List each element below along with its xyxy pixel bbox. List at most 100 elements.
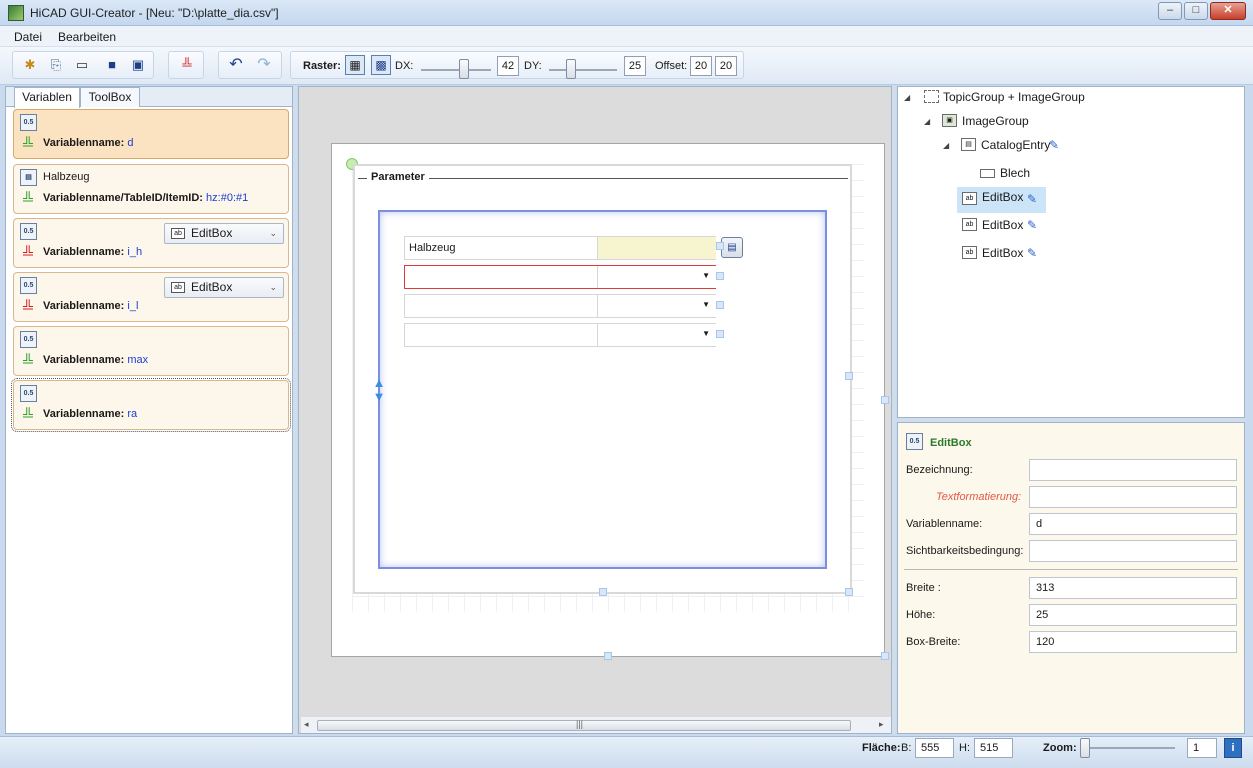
- control-type-dropdown[interactable]: ab EditBox ⌄: [164, 277, 284, 298]
- grid-toggle-icon[interactable]: ▦: [345, 55, 365, 75]
- width-input[interactable]: 555: [915, 738, 954, 758]
- menu-datei[interactable]: Datei: [14, 30, 42, 44]
- form-row[interactable]: Halbzeug ▤: [404, 236, 743, 260]
- resize-handle[interactable]: [604, 652, 612, 660]
- scroll-left-icon[interactable]: ◂: [304, 719, 309, 730]
- dy-input[interactable]: 25: [624, 56, 646, 76]
- plug-icon[interactable]: ╩: [178, 56, 196, 74]
- form-row[interactable]: ▼: [404, 294, 716, 318]
- zoom-slider-thumb[interactable]: [1080, 738, 1090, 758]
- edit-pencil-icon[interactable]: ✎: [1027, 243, 1037, 263]
- sichtbarkeit-input[interactable]: [1029, 540, 1237, 562]
- editbox-icon: ab: [171, 282, 185, 293]
- tree-node-blech[interactable]: Blech: [980, 163, 1060, 183]
- zoom-input[interactable]: 1: [1187, 738, 1217, 758]
- dropdown-field[interactable]: ▼: [597, 266, 716, 288]
- scrollbar-thumb[interactable]: |||: [317, 719, 851, 731]
- maximize-button[interactable]: □: [1184, 2, 1208, 20]
- dy-slider-thumb[interactable]: [566, 59, 576, 79]
- tab-variablen[interactable]: Variablen: [14, 87, 80, 108]
- tree-node-imagegroup[interactable]: ◢ ▣ ImageGroup: [924, 111, 1044, 131]
- variable-card[interactable]: 0.5 ╩ Variablenname: max: [13, 326, 289, 376]
- expand-arrow-icon[interactable]: ◢: [943, 136, 949, 156]
- selected-container[interactable]: Halbzeug ▤ ▼ ▼ ▼ ▲ ▼: [373, 210, 827, 569]
- form-row[interactable]: ▼: [404, 265, 716, 289]
- tree-node-topicgroup[interactable]: ◢ TopicGroup + ImageGroup: [904, 87, 1104, 107]
- group-frame[interactable]: Parameter Halbzeug ▤ ▼ ▼ ▼ ▲ ▼: [353, 164, 853, 596]
- variable-label: Variablenname:: [43, 408, 125, 420]
- resize-handle[interactable]: [599, 588, 607, 596]
- control-type-dropdown[interactable]: ab EditBox ⌄: [164, 223, 284, 244]
- tree-node-editbox[interactable]: ab EditBox ✎: [957, 187, 1046, 213]
- chevron-down-icon: ⌄: [269, 282, 277, 292]
- minimize-button[interactable]: –: [1158, 2, 1182, 20]
- dx-slider-thumb[interactable]: [459, 59, 469, 79]
- resize-handle[interactable]: [716, 272, 724, 280]
- dx-input[interactable]: 42: [497, 56, 519, 76]
- new-from-template-icon[interactable]: ⎘: [47, 56, 65, 74]
- resize-handle[interactable]: [845, 588, 853, 596]
- height-input[interactable]: 515: [974, 738, 1013, 758]
- tree-node-editbox[interactable]: ab EditBox ✎: [962, 215, 1046, 235]
- scroll-right-icon[interactable]: ▸: [879, 719, 884, 730]
- offset-y-input[interactable]: 20: [715, 56, 737, 76]
- form-row[interactable]: ▼: [404, 323, 716, 347]
- editbox-value-icon: 0.5: [20, 277, 37, 294]
- catalog-field[interactable]: [597, 237, 716, 259]
- designer-area: Parameter Halbzeug ▤ ▼ ▼ ▼ ▲ ▼ ◂ ||| ▸: [298, 86, 892, 734]
- edit-pencil-icon[interactable]: ✎: [1027, 215, 1037, 235]
- varname-input[interactable]: d: [1029, 513, 1237, 535]
- resize-handle[interactable]: [881, 652, 889, 660]
- zoom-slider-track: [1080, 747, 1175, 749]
- hoehe-input[interactable]: 25: [1029, 604, 1237, 626]
- variable-card[interactable]: 0.5 ╩ Variablenname: ra: [11, 378, 291, 432]
- textformat-input[interactable]: [1029, 486, 1237, 508]
- save-as-icon[interactable]: ▣: [129, 56, 147, 74]
- variable-card[interactable]: ▤ Halbzeug ╩ Variablenname/TableID/ItemI…: [13, 164, 289, 214]
- vertical-move-icon[interactable]: ▲ ▼: [372, 376, 386, 406]
- group-title: Parameter: [367, 171, 429, 183]
- resize-handle[interactable]: [881, 396, 889, 404]
- breite-input[interactable]: 313: [1029, 577, 1237, 599]
- new-file-icon[interactable]: ✱: [21, 56, 39, 74]
- horizontal-scrollbar[interactable]: ◂ ||| ▸: [301, 717, 891, 733]
- catalog-icon: ▤: [961, 138, 976, 151]
- catalog-icon[interactable]: ▤: [721, 237, 743, 258]
- editbox-value-icon: 0.5: [20, 223, 37, 240]
- variable-card[interactable]: 0.5 ab EditBox ⌄ ╩ Variablenname: i_h: [13, 218, 289, 268]
- info-icon[interactable]: i: [1224, 738, 1242, 758]
- close-button[interactable]: ✕: [1210, 2, 1246, 20]
- offset-x-input[interactable]: 20: [690, 56, 712, 76]
- snap-grid-icon[interactable]: ▩: [371, 55, 391, 75]
- boxbreite-input[interactable]: 120: [1029, 631, 1237, 653]
- edit-pencil-icon[interactable]: ✎: [1027, 189, 1037, 209]
- divider: [904, 569, 1238, 570]
- resize-handle[interactable]: [716, 242, 724, 250]
- dropdown-arrow-icon: ▼: [702, 300, 710, 309]
- edit-pencil-icon[interactable]: ✎: [1049, 135, 1059, 155]
- dropdown-field[interactable]: ▼: [597, 324, 716, 346]
- tree-node-catalogentry[interactable]: ◢ ▤ CatalogEntry ✎: [943, 135, 1073, 155]
- menu-bearbeiten[interactable]: Bearbeiten: [58, 30, 116, 44]
- expand-arrow-icon[interactable]: ◢: [924, 112, 930, 132]
- design-canvas[interactable]: Parameter Halbzeug ▤ ▼ ▼ ▼ ▲ ▼: [331, 143, 889, 660]
- resize-handle[interactable]: [716, 330, 724, 338]
- open-folder-icon[interactable]: ▭: [73, 56, 91, 74]
- expand-arrow-icon[interactable]: ◢: [904, 88, 910, 108]
- tree-node-editbox[interactable]: ab EditBox ✎: [962, 243, 1046, 263]
- save-icon[interactable]: ■: [103, 56, 121, 74]
- bezeichnung-input[interactable]: [1029, 459, 1237, 481]
- left-splitter[interactable]: [293, 86, 297, 734]
- redo-icon[interactable]: ↷: [255, 56, 273, 74]
- variable-card[interactable]: 0.5 ╩ Variablenname: d: [13, 109, 289, 159]
- right-splitter[interactable]: [892, 86, 896, 734]
- tab-toolbox[interactable]: ToolBox: [80, 87, 140, 107]
- variable-card[interactable]: 0.5 ab EditBox ⌄ ╩ Variablenname: i_l: [13, 272, 289, 322]
- dropdown-field[interactable]: ▼: [597, 295, 716, 317]
- toolbar: ✱ ⎘ ▭ ■ ▣ ╩ ↶ ↷ Raster: ▦ ▩ DX: 42 DY: 2…: [0, 47, 1253, 85]
- resize-handle[interactable]: [716, 301, 724, 309]
- flaeche-label: Fläche:: [862, 742, 901, 754]
- undo-icon[interactable]: ↶: [227, 56, 245, 74]
- variable-value: max: [127, 354, 149, 366]
- resize-handle[interactable]: [845, 372, 853, 380]
